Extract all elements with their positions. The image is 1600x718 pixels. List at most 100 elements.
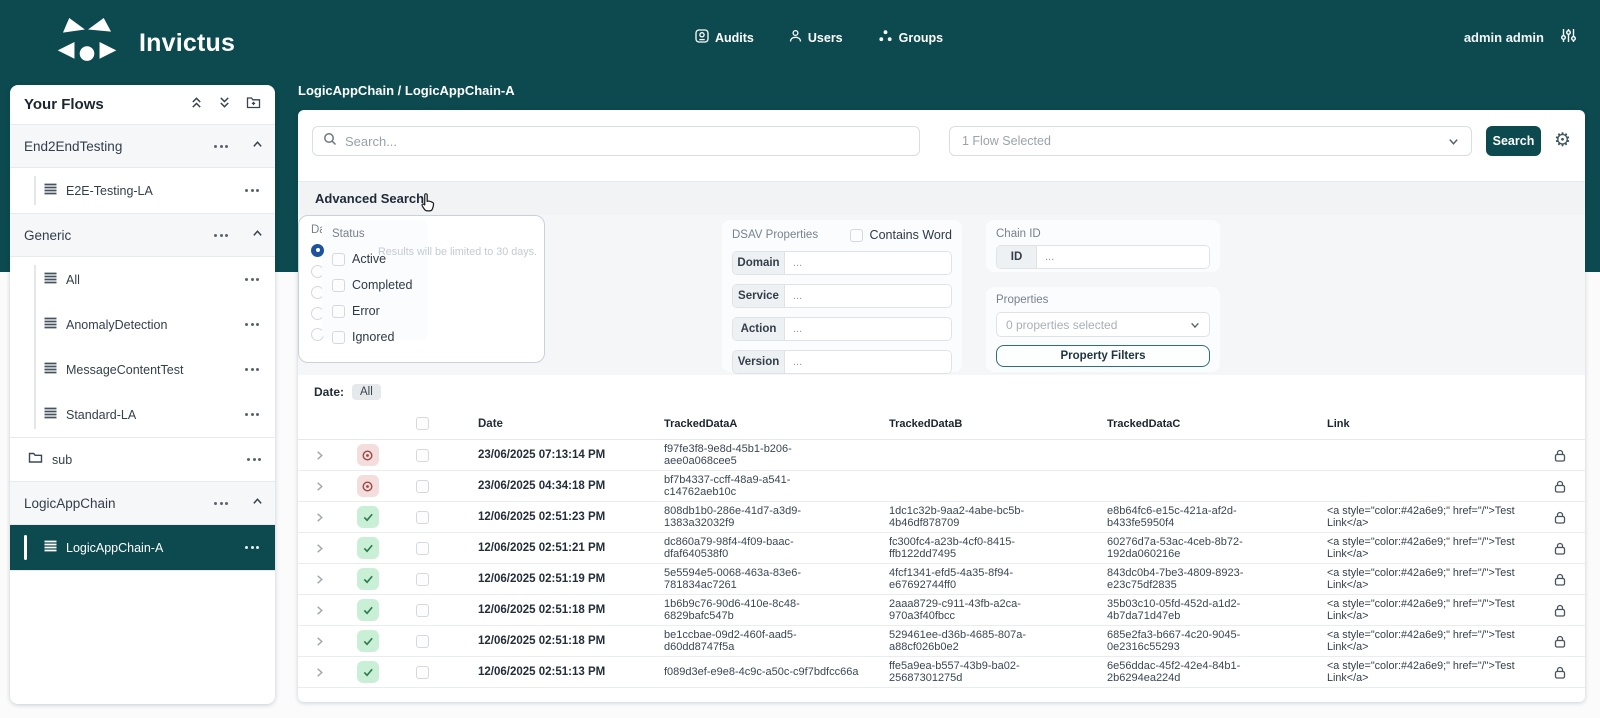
- property-filters-button[interactable]: Property Filters: [996, 345, 1210, 367]
- status-filter-title: Status: [332, 228, 418, 240]
- tracked-data-c: 35b03c10-05fd-452d-a1d2-4b7da71d47eb: [1103, 598, 1271, 623]
- sliders-icon[interactable]: [1560, 27, 1577, 49]
- flow-group-logicappchain[interactable]: LogicAppChain: [10, 482, 275, 525]
- row-checkbox[interactable]: [416, 604, 429, 617]
- chevron-down-icon: [1448, 136, 1459, 147]
- more-icon[interactable]: [245, 454, 263, 465]
- chain-id-input[interactable]: [1037, 246, 1209, 268]
- row-checkbox[interactable]: [416, 666, 429, 679]
- flow-selector-dropdown[interactable]: 1 Flow Selected: [949, 126, 1472, 156]
- more-icon[interactable]: [243, 364, 261, 375]
- sidebar-header: Your Flows: [10, 85, 275, 125]
- row-checkbox[interactable]: [416, 449, 429, 462]
- flow-item-messagecontenttest[interactable]: MessageContentTest: [10, 347, 275, 392]
- checkbox[interactable]: [332, 279, 345, 292]
- checkbox[interactable]: [332, 331, 345, 344]
- advanced-search-panel: Status Active Completed Error Ignored: [298, 215, 1585, 375]
- more-icon[interactable]: [243, 274, 261, 285]
- status-filter-box: Status Active Completed Error Ignored: [322, 220, 428, 340]
- table-row[interactable]: 12/06/2025 02:51:13 PM f089d3ef-e9e8-4c9…: [298, 657, 1585, 688]
- expand-row-icon[interactable]: [314, 605, 325, 616]
- checkbox[interactable]: [332, 305, 345, 318]
- flow-item-all[interactable]: All: [10, 257, 275, 302]
- more-icon[interactable]: [243, 319, 261, 330]
- flow-icon: [44, 271, 57, 289]
- table-row[interactable]: 23/06/2025 04:34:18 PM bf7b4337-ccff-48a…: [298, 471, 1585, 502]
- status-option-completed[interactable]: Completed: [332, 278, 418, 292]
- app-window: Invictus Audits Users: [0, 0, 1600, 718]
- version-input[interactable]: [785, 351, 951, 373]
- more-icon[interactable]: [212, 230, 230, 241]
- add-folder-icon[interactable]: [246, 95, 261, 114]
- row-link: <a style="color:#42a6e9;" href="/">Test …: [1323, 660, 1535, 685]
- flow-item-standard-la[interactable]: Standard-LA: [10, 392, 275, 437]
- properties-dropdown[interactable]: 0 properties selected: [996, 312, 1210, 337]
- more-icon[interactable]: [212, 498, 230, 509]
- status-success-icon: [357, 630, 379, 652]
- contains-word-option[interactable]: Contains Word: [850, 228, 952, 242]
- flow-group-generic[interactable]: Generic: [10, 214, 275, 257]
- domain-input[interactable]: [785, 252, 951, 274]
- column-date: Date: [450, 418, 660, 430]
- search-button[interactable]: Search: [1486, 126, 1541, 156]
- nav-audits[interactable]: Audits: [695, 29, 754, 46]
- expand-row-icon[interactable]: [314, 574, 325, 585]
- flow-item-e2e-testing-la[interactable]: E2E-Testing-LA: [10, 168, 275, 213]
- flow-item-logicappchain-a[interactable]: LogicAppChain-A: [10, 525, 275, 570]
- search-box: [312, 126, 920, 156]
- expand-row-icon[interactable]: [314, 636, 325, 647]
- search-input[interactable]: [345, 134, 909, 149]
- date-chip-label: Date:: [314, 385, 344, 399]
- expand-all-icon[interactable]: [218, 96, 231, 114]
- status-option-error[interactable]: Error: [332, 304, 418, 318]
- row-checkbox[interactable]: [416, 542, 429, 555]
- radio-selected[interactable]: [311, 244, 324, 257]
- action-input[interactable]: [785, 318, 951, 340]
- sidebar-title: Your Flows: [24, 96, 104, 113]
- flow-group-end2endtesting[interactable]: End2EndTesting: [10, 125, 275, 168]
- table-row[interactable]: 12/06/2025 02:51:18 PM 1b6b9c76-90d6-410…: [298, 595, 1585, 626]
- more-icon[interactable]: [243, 185, 261, 196]
- row-checkbox[interactable]: [416, 511, 429, 524]
- chevron-up-icon[interactable]: [252, 494, 263, 512]
- expand-row-icon[interactable]: [314, 512, 325, 523]
- checkbox[interactable]: [850, 229, 863, 242]
- properties-box: Properties 0 properties selected Propert…: [986, 287, 1220, 372]
- table-row[interactable]: 12/06/2025 02:51:19 PM 5e5594e5-0068-463…: [298, 564, 1585, 595]
- expand-row-icon[interactable]: [314, 450, 325, 461]
- row-date: 23/06/2025 04:34:18 PM: [450, 480, 660, 492]
- flow-item-anomalydetection[interactable]: AnomalyDetection: [10, 302, 275, 347]
- chevron-up-icon[interactable]: [252, 137, 263, 155]
- more-icon[interactable]: [243, 409, 261, 420]
- table-row[interactable]: 23/06/2025 07:13:14 PM f97fe3f8-9e8d-45b…: [298, 440, 1585, 471]
- service-input[interactable]: [785, 285, 951, 307]
- status-option-ignored[interactable]: Ignored: [332, 330, 418, 344]
- nav-groups[interactable]: Groups: [878, 29, 943, 46]
- table-row[interactable]: 12/06/2025 02:51:23 PM 808db1b0-286e-41d…: [298, 502, 1585, 533]
- gear-icon[interactable]: ⚙: [1554, 126, 1571, 156]
- chevron-up-icon[interactable]: [252, 226, 263, 244]
- select-all-checkbox[interactable]: [416, 417, 429, 430]
- user-menu[interactable]: admin admin: [1464, 30, 1544, 45]
- row-checkbox[interactable]: [416, 635, 429, 648]
- tracked-data-b: 2aaa8729-c911-43fb-a2ca-970a3f40fbcc: [885, 598, 1053, 623]
- expand-row-icon[interactable]: [314, 481, 325, 492]
- collapse-all-icon[interactable]: [190, 96, 203, 114]
- expand-row-icon[interactable]: [314, 543, 325, 554]
- expand-row-icon[interactable]: [314, 667, 325, 678]
- nav-users[interactable]: Users: [789, 29, 843, 46]
- more-icon[interactable]: [243, 542, 261, 553]
- row-date: 12/06/2025 02:51:13 PM: [450, 666, 660, 678]
- row-checkbox[interactable]: [416, 573, 429, 586]
- table-row[interactable]: 12/06/2025 02:51:18 PM be1ccbae-09d2-460…: [298, 626, 1585, 657]
- folder-item-sub[interactable]: sub: [10, 438, 275, 482]
- date-chip-value[interactable]: All: [352, 384, 381, 400]
- more-icon[interactable]: [212, 141, 230, 152]
- active-filters-row: Date: All: [298, 375, 1585, 408]
- advanced-search-toggle[interactable]: Advanced Search: [298, 181, 1585, 215]
- domain-field: Domain: [732, 251, 952, 275]
- row-checkbox[interactable]: [416, 480, 429, 493]
- checkbox[interactable]: [332, 253, 345, 266]
- tracked-data-b: 529461ee-d36b-4685-807a-a88cf026b0e2: [885, 629, 1053, 654]
- table-row[interactable]: 12/06/2025 02:51:21 PM dc860a79-98f4-4f0…: [298, 533, 1585, 564]
